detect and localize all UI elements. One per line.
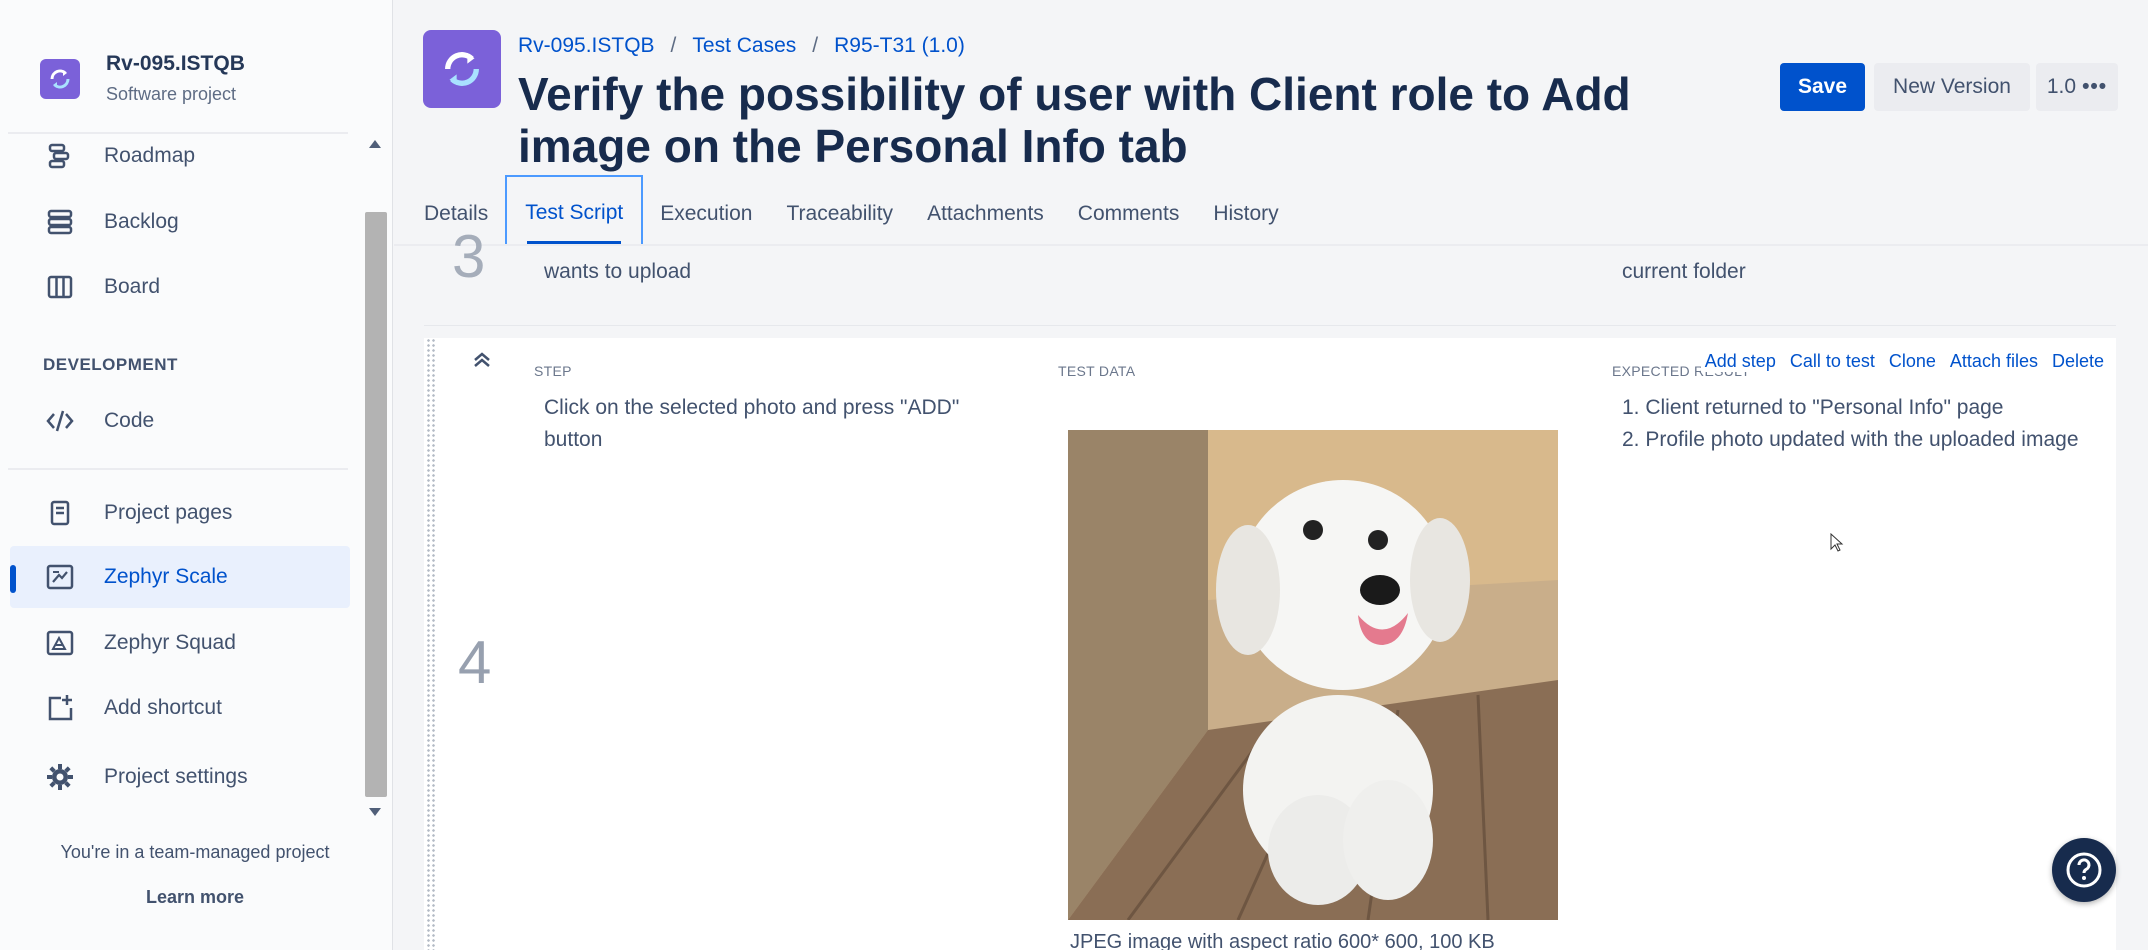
active-indicator xyxy=(10,565,16,593)
breadcrumb-project[interactable]: Rv-095.ISTQB xyxy=(518,34,655,58)
sidebar-item-board[interactable]: Board xyxy=(10,256,350,318)
sidebar-item-label: Zephyr Scale xyxy=(104,565,228,588)
tab-comments[interactable]: Comments xyxy=(1061,200,1197,250)
version-menu-button[interactable]: 1.0 ••• xyxy=(2036,63,2118,111)
new-version-button[interactable]: New Version xyxy=(1874,63,2030,111)
sidebar-item-zephyr-squad[interactable]: Zephyr Squad xyxy=(10,612,350,674)
test-case-sync-icon xyxy=(423,30,501,108)
delete-link[interactable]: Delete xyxy=(2052,351,2104,372)
tab-traceability[interactable]: Traceability xyxy=(769,200,910,250)
sidebar-scrollbar[interactable] xyxy=(365,130,389,830)
sidebar-item-label: Zephyr Squad xyxy=(104,631,236,654)
backlog-icon xyxy=(40,208,80,236)
column-label-step: STEP xyxy=(534,363,572,379)
section-development-heading: DEVELOPMENT xyxy=(43,355,178,374)
drag-handle[interactable] xyxy=(426,338,436,950)
page-title: Verify the possibility of user with Clie… xyxy=(518,68,1631,172)
tab-bar: Details Test Script Execution Traceabili… xyxy=(424,175,1296,250)
tab-history[interactable]: History xyxy=(1196,200,1295,250)
breadcrumb-test-cases[interactable]: Test Cases xyxy=(692,34,796,58)
sidebar-item-backlog[interactable]: Backlog xyxy=(10,191,350,253)
column-label-test-data: TEST DATA xyxy=(1058,363,1136,379)
attach-files-link[interactable]: Attach files xyxy=(1950,351,2038,372)
sidebar-item-label: Add shortcut xyxy=(104,696,222,719)
help-question-icon[interactable] xyxy=(2052,838,2116,902)
board-icon xyxy=(40,273,80,301)
sidebar-item-code[interactable]: Code xyxy=(10,390,350,452)
tab-attachments[interactable]: Attachments xyxy=(910,200,1061,250)
sidebar-item-roadmap[interactable]: Roadmap xyxy=(10,125,350,187)
clone-link[interactable]: Clone xyxy=(1889,351,1936,372)
scroll-thumb[interactable] xyxy=(365,212,387,797)
version-label: 1.0 xyxy=(2046,75,2077,98)
sidebar-item-label: Roadmap xyxy=(104,144,196,167)
mouse-pointer-icon xyxy=(1830,532,1844,558)
sidebar-item-label: Project pages xyxy=(104,501,233,524)
learn-more-link[interactable]: Learn more xyxy=(0,887,390,908)
expected-result-text[interactable]: current folder xyxy=(1622,260,1746,284)
breadcrumb-separator: / xyxy=(670,34,677,57)
add-step-link[interactable]: Add step xyxy=(1705,351,1776,372)
expected-result[interactable]: 1. Client returned to "Personal Info" pa… xyxy=(1622,392,2092,456)
scroll-down-icon[interactable] xyxy=(369,808,381,816)
code-icon xyxy=(40,407,80,435)
breadcrumb-test-case[interactable]: R95-T31 (1.0) xyxy=(834,34,965,58)
zephyr-scale-icon xyxy=(40,562,80,592)
test-data-image[interactable] xyxy=(1068,430,1558,920)
team-managed-note: You're in a team-managed project xyxy=(60,842,330,862)
main-content: Rv-095.ISTQB / Test Cases / R95-T31 (1.0… xyxy=(394,0,2148,950)
sidebar-item-label: Code xyxy=(104,409,155,432)
sidebar-item-project-pages[interactable]: Project pages xyxy=(10,482,350,544)
step-row-3[interactable]: 3 wants to upload current folder xyxy=(424,223,2116,326)
sidebar-item-add-shortcut[interactable]: Add shortcut xyxy=(10,677,350,739)
project-header[interactable]: Rv-095.ISTQB Software project xyxy=(40,52,245,105)
page-icon xyxy=(40,499,80,527)
divider xyxy=(8,468,348,470)
sidebar-item-label: Project settings xyxy=(104,765,248,788)
collapse-chevron-up-icon[interactable] xyxy=(468,346,496,374)
save-button[interactable]: Save xyxy=(1780,63,1865,111)
step-row-4[interactable]: STEP TEST DATA EXPECTED RESULT Add step … xyxy=(424,338,2116,950)
step-text[interactable]: Click on the selected photo and press "A… xyxy=(544,392,1014,456)
step-number: 3 xyxy=(452,223,486,290)
gear-icon xyxy=(40,762,80,792)
expected-result-line-1: 1. Client returned to "Personal Info" pa… xyxy=(1622,396,2004,419)
step-actions: Add step Call to test Clone Attach files… xyxy=(1700,351,2104,372)
step-number: 4 xyxy=(458,629,492,696)
breadcrumb: Rv-095.ISTQB / Test Cases / R95-T31 (1.0… xyxy=(518,34,965,58)
call-to-test-link[interactable]: Call to test xyxy=(1790,351,1875,372)
project-type: Software project xyxy=(106,84,237,104)
zephyr-squad-icon xyxy=(40,628,80,658)
sidebar-item-label: Backlog xyxy=(104,210,179,233)
project-sync-icon xyxy=(40,58,80,99)
scroll-up-icon[interactable] xyxy=(369,140,381,148)
sidebar: Rv-095.ISTQB Software project Roadmap Ba… xyxy=(0,0,393,950)
project-name: Rv-095.ISTQB xyxy=(106,52,245,75)
tab-test-script[interactable]: Test Script xyxy=(505,175,644,248)
expected-result-line-2: 2. Profile photo updated with the upload… xyxy=(1622,428,2079,451)
test-data-caption: JPEG image with aspect ratio 600* 600, 1… xyxy=(1070,931,1495,950)
step-text[interactable]: wants to upload xyxy=(544,260,691,284)
roadmap-icon xyxy=(40,142,80,170)
sidebar-item-project-settings[interactable]: Project settings xyxy=(10,746,350,808)
more-icon: ••• xyxy=(2082,75,2108,98)
breadcrumb-separator: / xyxy=(812,34,819,57)
sidebar-item-zephyr-scale[interactable]: Zephyr Scale xyxy=(10,546,350,608)
sidebar-item-label: Board xyxy=(104,275,161,298)
add-shortcut-icon xyxy=(40,693,80,723)
tab-execution[interactable]: Execution xyxy=(643,200,769,250)
